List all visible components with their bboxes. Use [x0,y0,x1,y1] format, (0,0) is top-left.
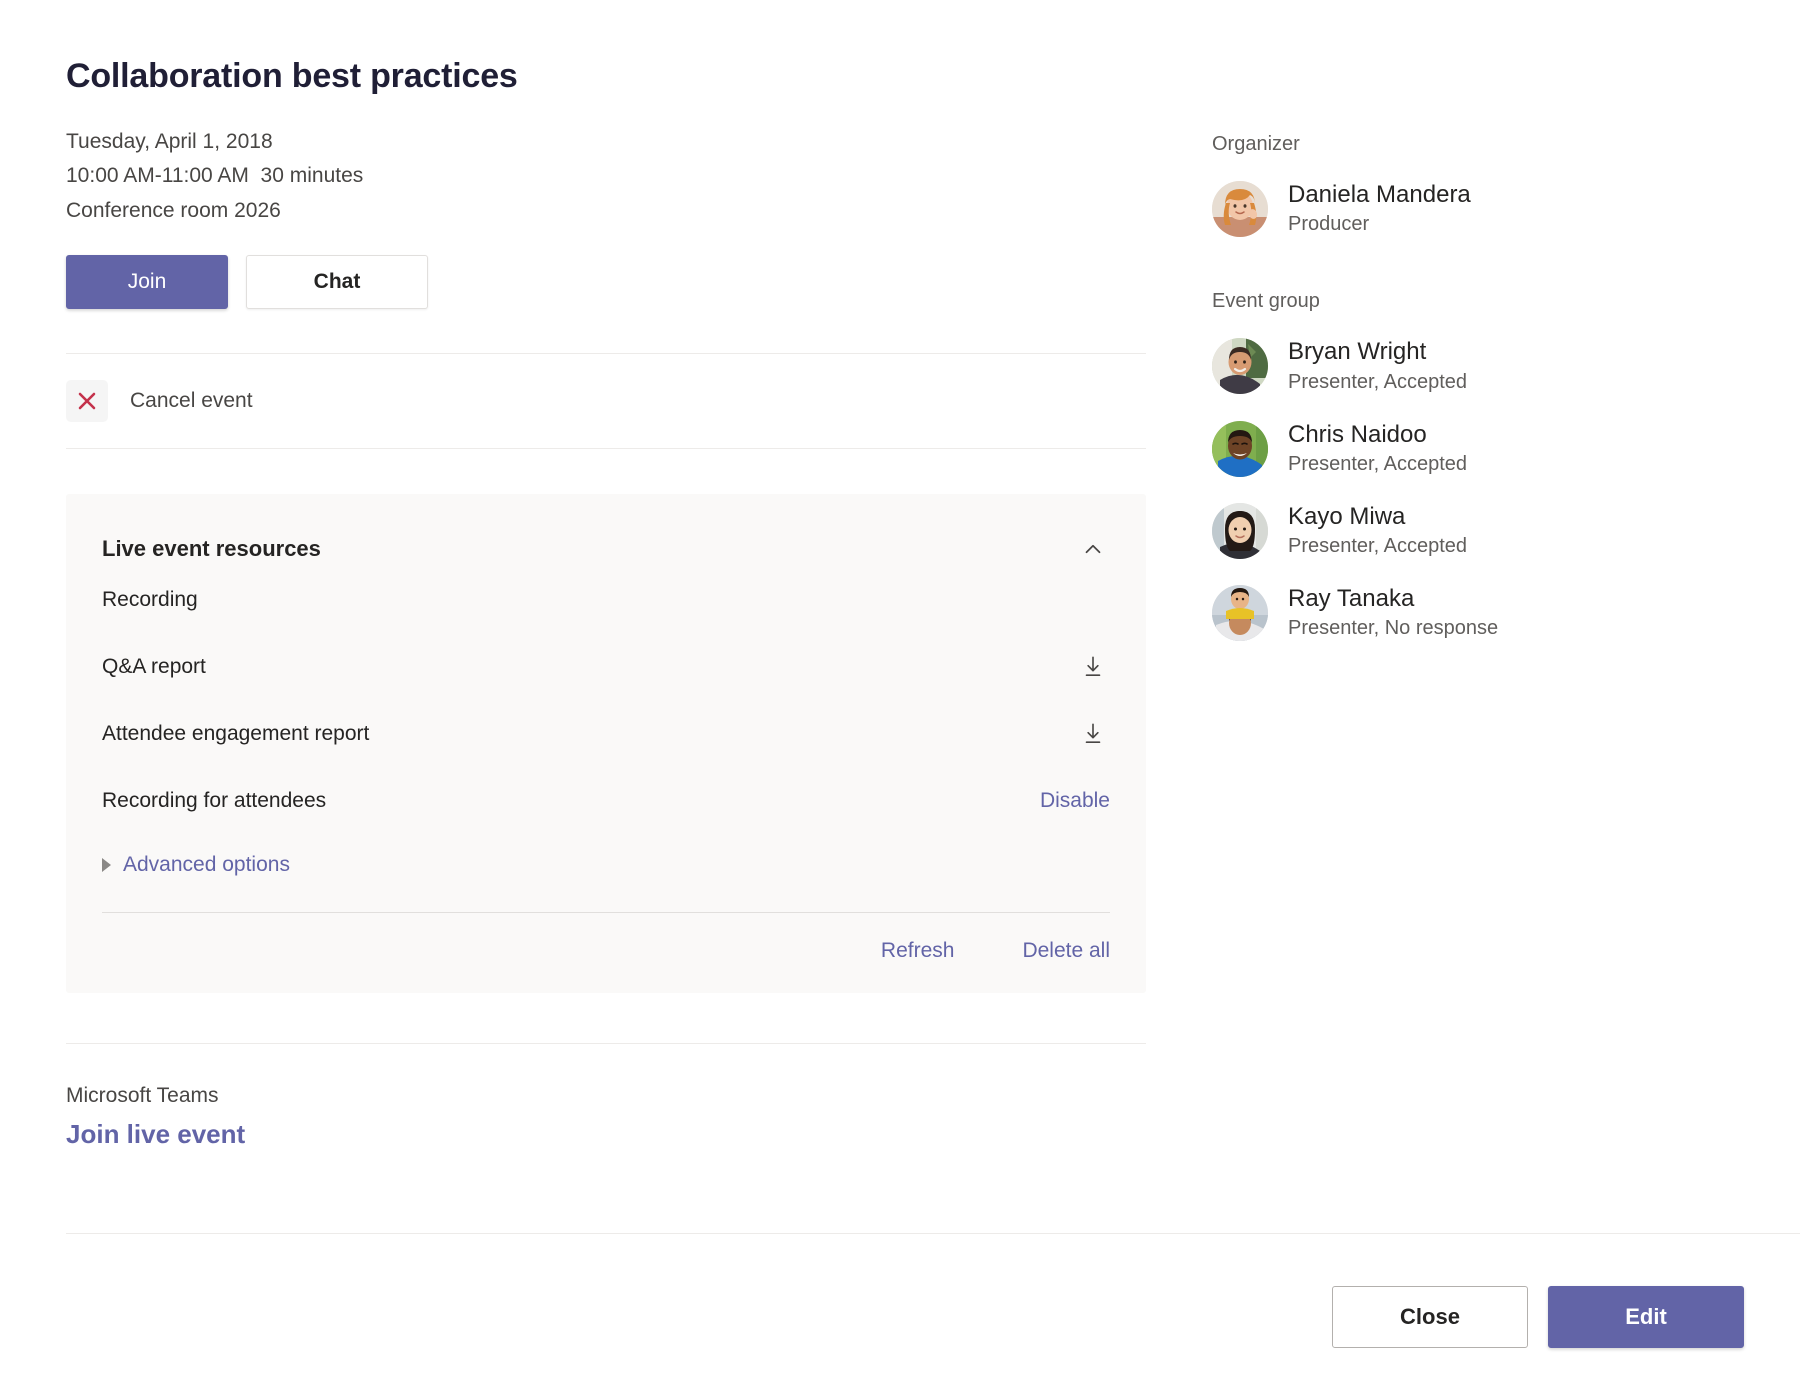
divider-below-cancel [66,448,1146,449]
person-name: Bryan Wright [1288,337,1467,366]
triangle-right-icon [102,858,111,872]
avatar-ray-tanaka [1212,585,1268,641]
person-text: Bryan Wright Presenter, Accepted [1288,337,1467,395]
live-event-resources-panel: Live event resources Recording Q&A repor… [66,494,1146,993]
resource-row-recording-for-attendees[interactable]: Recording for attendees Disable [102,769,1110,834]
divider-above-teams [66,1043,1146,1044]
people-column: Organizer Daniela Mandera Pro [1212,0,1732,642]
person-role: Producer [1288,211,1471,238]
event-location: Conference room 2026 [66,194,1146,229]
event-group-person[interactable]: Bryan Wright Presenter, Accepted [1212,337,1732,395]
person-text: Kayo Miwa Presenter, Accepted [1288,502,1467,560]
resource-row-attendee-engagement-report[interactable]: Attendee engagement report [102,702,1110,767]
resource-label: Q&A report [102,655,206,679]
person-role: Presenter, Accepted [1288,369,1467,396]
dialog-footer-bar: Close Edit [0,1234,1800,1400]
resources-panel-footer: Refresh Delete all [102,913,1110,963]
download-icon[interactable] [1076,717,1110,751]
refresh-link[interactable]: Refresh [881,939,955,963]
edit-button[interactable]: Edit [1548,1286,1744,1348]
avatar-bryan-wright [1212,338,1268,394]
person-name: Chris Naidoo [1288,420,1467,449]
event-details-dialog: Collaboration best practices Tuesday, Ap… [0,0,1800,1400]
advanced-options-toggle[interactable]: Advanced options [102,834,1110,896]
event-action-buttons: Join Chat [66,255,1146,309]
chat-button[interactable]: Chat [246,255,428,309]
download-icon[interactable] [1076,650,1110,684]
resources-panel-title: Live event resources [102,536,321,562]
person-name: Ray Tanaka [1288,584,1498,613]
avatar-chris-naidoo [1212,421,1268,477]
resource-label: Recording [102,588,198,612]
person-name: Kayo Miwa [1288,502,1467,531]
event-group-person[interactable]: Chris Naidoo Presenter, Accepted [1212,420,1732,478]
page-title: Collaboration best practices [66,56,1146,97]
organizer-person[interactable]: Daniela Mandera Producer [1212,180,1732,238]
event-group-section-label: Event group [1212,290,1732,313]
delete-all-link[interactable]: Delete all [1022,939,1110,963]
event-time: 10:00 AM-11:00 AM 30 minutes [66,159,1146,194]
event-group-person[interactable]: Kayo Miwa Presenter, Accepted [1212,502,1732,560]
person-role: Presenter, No response [1288,615,1498,642]
person-role: Presenter, Accepted [1288,533,1467,560]
person-role: Presenter, Accepted [1288,451,1467,478]
resource-label: Attendee engagement report [102,722,369,746]
resource-label: Recording for attendees [102,789,326,813]
resource-row-recording[interactable]: Recording [102,568,1110,633]
event-meta: Tuesday, April 1, 2018 10:00 AM-11:00 AM… [66,125,1146,229]
resource-row-qa-report[interactable]: Q&A report [102,635,1110,700]
person-name: Daniela Mandera [1288,180,1471,209]
teams-app-name: Microsoft Teams [66,1080,1146,1112]
chevron-up-icon[interactable] [1076,532,1110,566]
disable-recording-link[interactable]: Disable [1040,789,1110,813]
avatar-daniela-mandera [1212,181,1268,237]
person-text: Ray Tanaka Presenter, No response [1288,584,1498,642]
event-main-column: Collaboration best practices Tuesday, Ap… [66,0,1146,1150]
person-text: Chris Naidoo Presenter, Accepted [1288,420,1467,478]
cancel-event-button[interactable]: Cancel event [66,354,1146,448]
join-button[interactable]: Join [66,255,228,309]
close-button[interactable]: Close [1332,1286,1528,1348]
organizer-text: Daniela Mandera Producer [1288,180,1471,238]
advanced-options-label: Advanced options [123,853,290,877]
teams-footer: Microsoft Teams Join live event [66,1080,1146,1151]
join-live-event-link[interactable]: Join live event [66,1119,245,1150]
event-date: Tuesday, April 1, 2018 [66,125,1146,160]
avatar-kayo-miwa [1212,503,1268,559]
resources-panel-header[interactable]: Live event resources [102,532,1110,566]
organizer-section-label: Organizer [1212,133,1732,156]
cancel-event-label: Cancel event [130,389,253,413]
event-group-person[interactable]: Ray Tanaka Presenter, No response [1212,584,1732,642]
close-x-icon [66,380,108,422]
